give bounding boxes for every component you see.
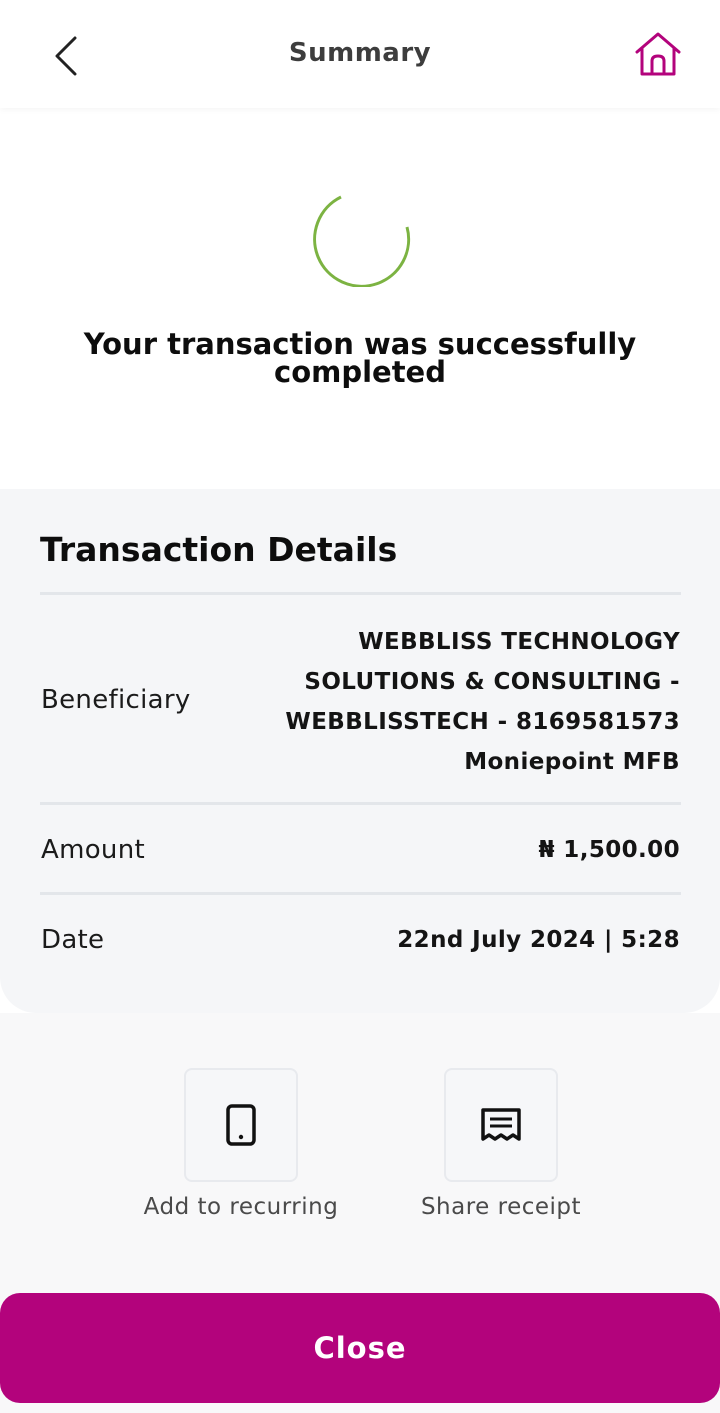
top-bar: Summary	[0, 0, 720, 108]
share-receipt-button[interactable]	[444, 1068, 558, 1182]
success-message: Your transaction was successfully comple…	[83, 327, 637, 389]
close-button[interactable]: Close	[0, 1293, 720, 1403]
home-button[interactable]	[628, 26, 688, 82]
divider	[40, 592, 681, 595]
home-icon	[635, 32, 681, 76]
add-to-recurring-button[interactable]	[184, 1068, 298, 1182]
share-receipt-label: Share receipt	[420, 1194, 582, 1220]
date-value: 22nd July 2024 | 5:28	[397, 927, 680, 953]
beneficiary-line: WEBBLISSTECH - 8169581573	[285, 709, 680, 735]
beneficiary-line: WEBBLISS TECHNOLOGY	[358, 629, 680, 655]
add-to-recurring-label: Add to recurring	[143, 1194, 339, 1220]
loading-spinner-icon	[313, 195, 411, 287]
page-title: Summary	[288, 38, 432, 68]
details-title: Transaction Details	[40, 530, 398, 569]
divider	[40, 892, 681, 895]
amount-value: ₦ 1,500.00	[538, 837, 680, 863]
date-label: Date	[41, 925, 105, 955]
beneficiary-value: WEBBLISS TECHNOLOGY SOLUTIONS & CONSULTI…	[260, 622, 680, 782]
divider	[40, 802, 681, 805]
add-to-recurring-action[interactable]: Add to recurring	[141, 1068, 341, 1220]
beneficiary-label: Beneficiary	[41, 685, 191, 715]
beneficiary-line: Moniepoint MFB	[464, 749, 680, 775]
amount-label: Amount	[41, 835, 145, 865]
beneficiary-line: SOLUTIONS & CONSULTING -	[304, 669, 680, 695]
share-receipt-action[interactable]: Share receipt	[401, 1068, 601, 1220]
receipt-icon	[481, 1108, 521, 1141]
phone-icon	[226, 1104, 256, 1146]
